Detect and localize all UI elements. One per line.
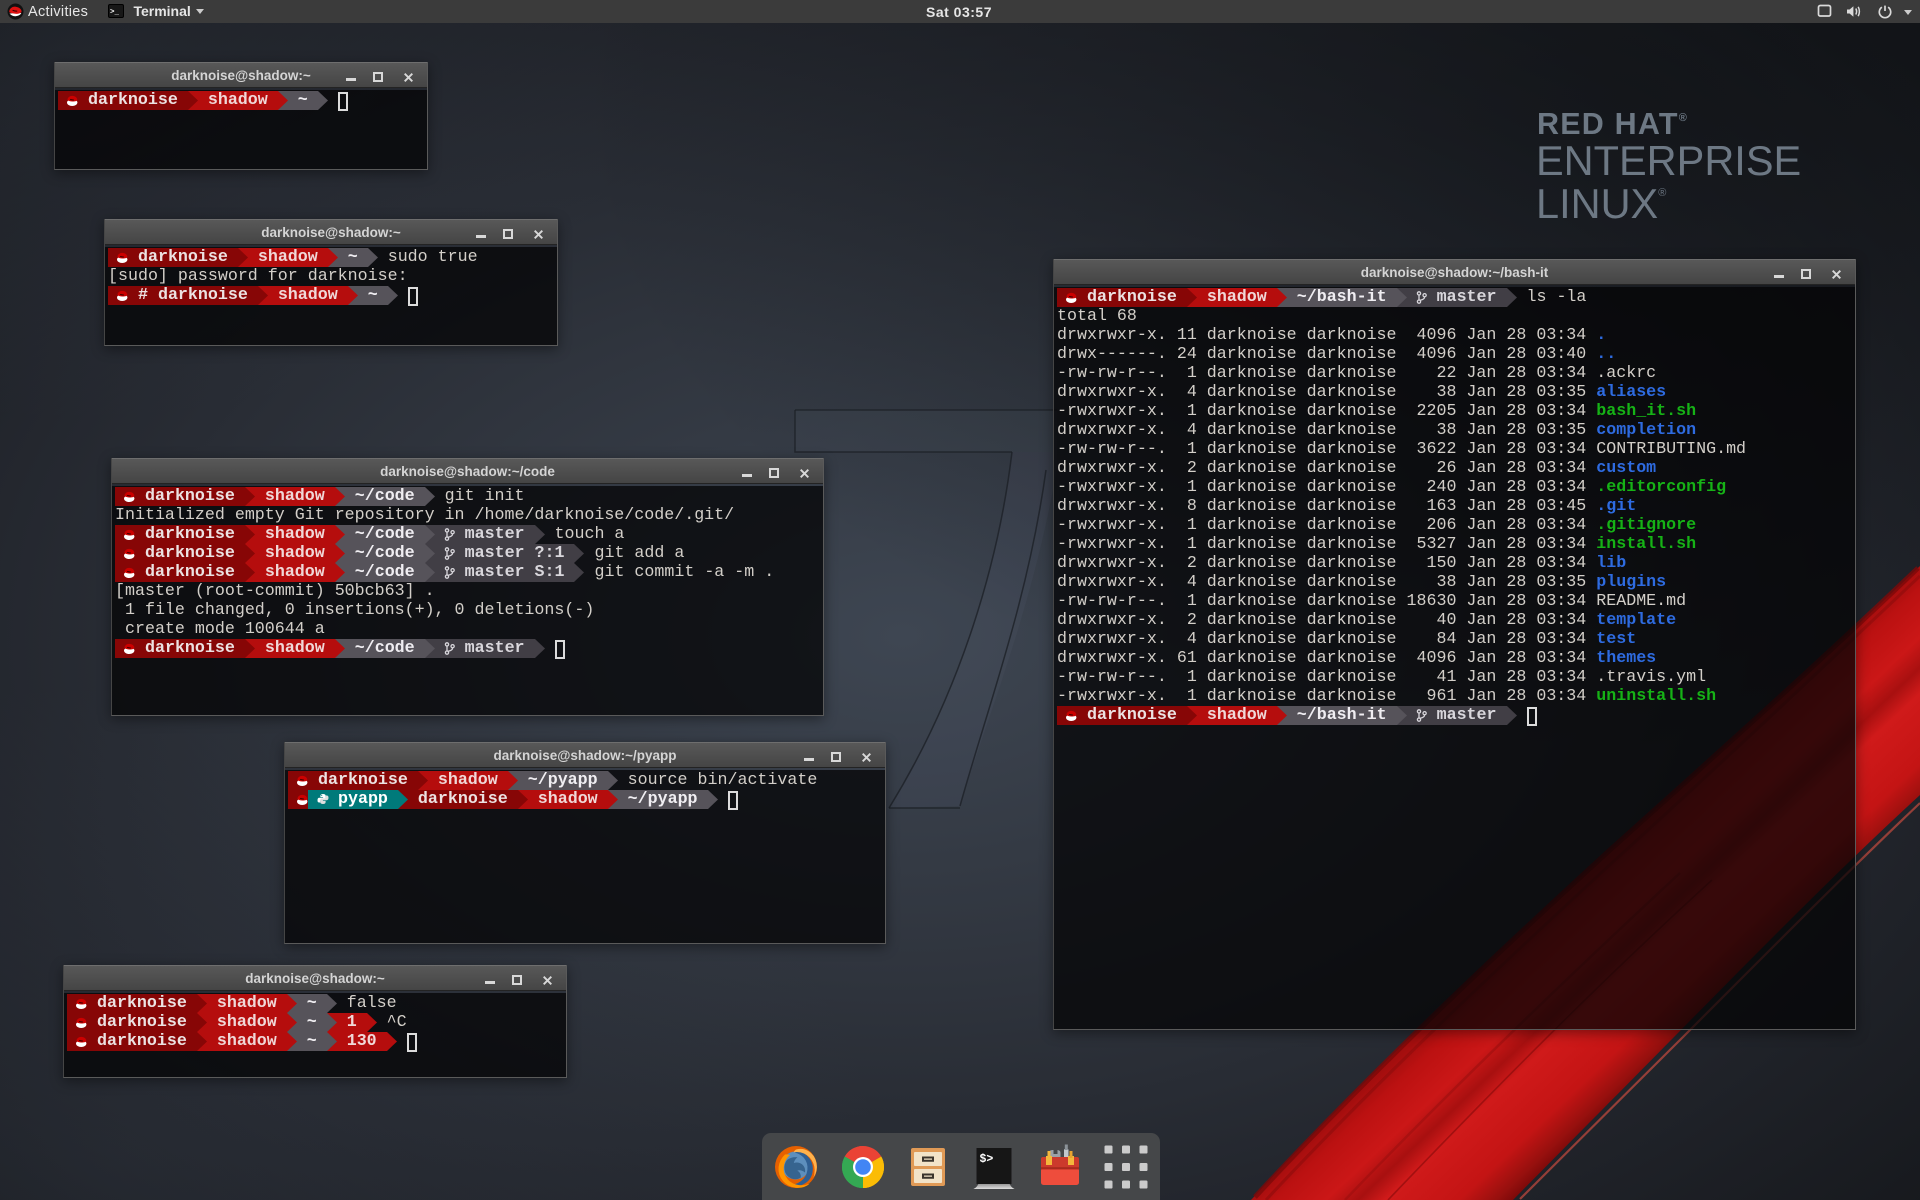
svg-text:$>: $> (980, 1153, 994, 1166)
svg-text:LINUX®: LINUX® (1536, 180, 1666, 227)
svg-text:ENTERPRISE: ENTERPRISE (1536, 137, 1801, 184)
svg-text:RED HAT®: RED HAT® (1537, 107, 1688, 141)
svg-text:>_: >_ (110, 9, 120, 17)
